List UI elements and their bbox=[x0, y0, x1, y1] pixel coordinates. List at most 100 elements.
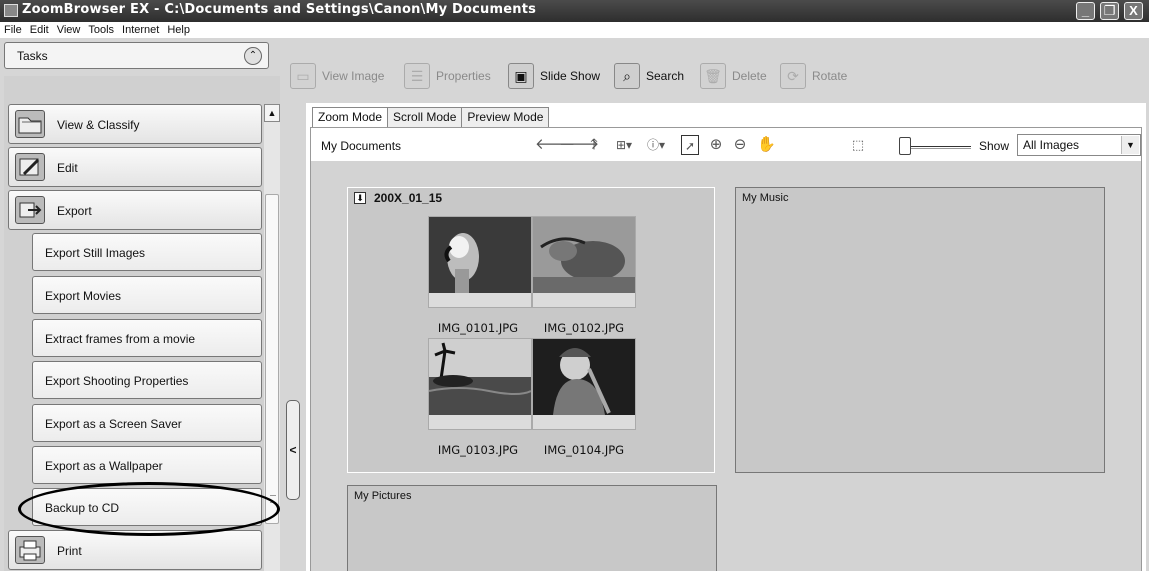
show-filter-value: All Images bbox=[1023, 138, 1080, 152]
export-icon bbox=[15, 196, 45, 224]
expand-folder-icon[interactable]: ⬇ bbox=[354, 192, 366, 204]
menu-edit[interactable]: Edit bbox=[26, 22, 53, 38]
menu-file[interactable]: File bbox=[0, 22, 26, 38]
tab-preview-mode[interactable]: Preview Mode bbox=[461, 107, 550, 127]
rotate-icon: ⟳ bbox=[780, 63, 806, 89]
view-image-button[interactable]: ▭ View Image bbox=[290, 58, 384, 94]
folder-name: My Pictures bbox=[354, 490, 412, 502]
task-print[interactable]: Print bbox=[8, 530, 262, 570]
toolbar-label: Slide Show bbox=[540, 69, 601, 83]
tasks-header-label: Tasks bbox=[17, 49, 48, 63]
trash-icon: 🗑 bbox=[700, 63, 726, 89]
folder-200x-01-15[interactable]: ⬇ 200X_01_15 IMG_0101.JPG IMG_0102.JPG I… bbox=[347, 187, 715, 473]
edit-pencil-icon bbox=[15, 153, 45, 181]
task-edit[interactable]: Edit bbox=[8, 147, 262, 187]
up-folder-icon[interactable]: 🡑 bbox=[585, 135, 603, 155]
pointer-icon[interactable]: ➚ bbox=[681, 135, 699, 155]
menu-tools[interactable]: Tools bbox=[84, 22, 118, 38]
scroll-thumb[interactable] bbox=[265, 194, 279, 524]
current-path: My Documents bbox=[321, 139, 402, 153]
printer-icon bbox=[15, 536, 45, 564]
scroll-up-icon[interactable]: ▲ bbox=[264, 104, 280, 122]
properties-button[interactable]: ☰ Properties bbox=[404, 58, 491, 94]
export-movies[interactable]: Export Movies bbox=[32, 276, 262, 314]
zoom-slider-knob[interactable] bbox=[899, 137, 911, 155]
tab-scroll-mode[interactable]: Scroll Mode bbox=[387, 107, 463, 127]
show-filter-select[interactable]: All Images ▼ bbox=[1017, 134, 1141, 156]
app-icon bbox=[4, 4, 18, 17]
task-label: Export bbox=[57, 204, 92, 218]
browser-area: Zoom Mode Scroll Mode Preview Mode My Do… bbox=[306, 103, 1146, 571]
rotate-button[interactable]: ⟳ Rotate bbox=[780, 58, 847, 94]
tasks-header[interactable]: Tasks ⌃ bbox=[4, 42, 269, 69]
hand-icon[interactable]: ✋ bbox=[757, 135, 776, 155]
task-label: View & Classify bbox=[57, 118, 140, 132]
task-view-classify[interactable]: View & Classify bbox=[8, 104, 262, 144]
slideshow-icon: ▣ bbox=[508, 63, 534, 89]
minimize-button[interactable]: _ bbox=[1076, 2, 1095, 20]
zoom-slider[interactable] bbox=[899, 137, 974, 155]
zoom-out-icon[interactable]: ⊖ bbox=[731, 135, 749, 155]
delete-button[interactable]: 🗑 Delete bbox=[700, 58, 767, 94]
thumbnail-img-0102[interactable] bbox=[532, 216, 636, 308]
chevron-down-icon[interactable]: ▼ bbox=[1121, 136, 1139, 154]
zoom-canvas: ⬇ 200X_01_15 IMG_0101.JPG IMG_0102.JPG I… bbox=[310, 161, 1142, 571]
subitem-label: Export Still Images bbox=[45, 246, 146, 260]
tab-zoom-mode[interactable]: Zoom Mode bbox=[312, 107, 389, 129]
thumbnail-caption: IMG_0103.JPG bbox=[437, 443, 519, 457]
subitem-label: Export Movies bbox=[45, 289, 122, 303]
show-label: Show bbox=[979, 139, 1010, 153]
folder-my-music[interactable]: My Music bbox=[735, 187, 1105, 473]
collapse-icon[interactable]: ⌃ bbox=[244, 47, 262, 65]
thumbnail-caption: IMG_0102.JPG bbox=[543, 321, 625, 335]
subitem-label: Extract frames from a movie bbox=[45, 332, 196, 346]
thumbnail-caption: IMG_0101.JPG bbox=[437, 321, 519, 335]
extract-frames-from-movie[interactable]: Extract frames from a movie bbox=[32, 319, 262, 357]
monitor-icon: ▭ bbox=[290, 63, 316, 89]
mode-tabs: Zoom Mode Scroll Mode Preview Mode bbox=[312, 107, 550, 129]
select-menu-icon[interactable]: ⊞▾ bbox=[615, 135, 633, 155]
backup-to-cd[interactable]: Backup to CD bbox=[32, 488, 262, 526]
title-bar: ZoomBrowser EX - C:\Documents and Settin… bbox=[0, 0, 1149, 22]
toolbar-label: Rotate bbox=[812, 69, 848, 83]
tasks-scrollbar[interactable]: ▲ bbox=[264, 104, 280, 571]
task-export[interactable]: Export bbox=[8, 190, 262, 230]
thumbnail-img-0101[interactable] bbox=[428, 216, 532, 308]
menu-view[interactable]: View bbox=[53, 22, 85, 38]
export-wallpaper[interactable]: Export as a Wallpaper bbox=[32, 446, 262, 484]
toolbar-label: Properties bbox=[436, 69, 491, 83]
folder-my-pictures[interactable]: My Pictures bbox=[347, 485, 717, 571]
fit-icon[interactable]: ⬚ bbox=[849, 135, 867, 155]
subitem-label: Backup to CD bbox=[45, 501, 120, 515]
tasks-pane: View & Classify Edit Export Export Still… bbox=[4, 76, 280, 571]
task-label: Edit bbox=[57, 161, 78, 175]
main-toolbar: ▭ View Image ☰ Properties ▣ Slide Show ⌕ Sea… bbox=[286, 58, 1146, 94]
toolbar-label: View Image bbox=[322, 69, 385, 83]
window-title: ZoomBrowser EX - C:\Documents and Settin… bbox=[22, 2, 537, 17]
menu-bar: File Edit View Tools Internet Help bbox=[0, 22, 1149, 38]
export-still-images[interactable]: Export Still Images bbox=[32, 233, 262, 271]
info-menu-icon[interactable]: ⓘ▾ bbox=[647, 135, 665, 155]
thumbnail-caption: IMG_0104.JPG bbox=[543, 443, 625, 457]
thumbnail-img-0104[interactable] bbox=[532, 338, 636, 430]
zoombrowser-window: ZoomBrowser EX - C:\Documents and Settin… bbox=[0, 0, 1149, 571]
task-label: Print bbox=[57, 544, 82, 558]
export-screen-saver[interactable]: Export as a Screen Saver bbox=[32, 404, 262, 442]
subitem-label: Export Shooting Properties bbox=[45, 374, 189, 388]
zoom-in-icon[interactable]: ⊕ bbox=[707, 135, 725, 155]
search-icon: ⌕ bbox=[614, 63, 640, 89]
toolbar-label: Search bbox=[646, 69, 685, 83]
subitem-label: Export as a Wallpaper bbox=[45, 459, 163, 473]
export-shooting-properties[interactable]: Export Shooting Properties bbox=[32, 361, 262, 399]
properties-icon: ☰ bbox=[404, 63, 430, 89]
menu-internet[interactable]: Internet bbox=[118, 22, 163, 38]
restore-button[interactable]: ❐ bbox=[1100, 2, 1119, 20]
subitem-label: Export as a Screen Saver bbox=[45, 417, 182, 431]
pane-splitter[interactable]: < bbox=[286, 400, 300, 500]
slide-show-button[interactable]: ▣ Slide Show bbox=[508, 58, 600, 94]
search-button[interactable]: ⌕ Search bbox=[614, 58, 684, 94]
close-button[interactable]: X bbox=[1124, 2, 1143, 20]
thumbnail-img-0103[interactable] bbox=[428, 338, 532, 430]
menu-help[interactable]: Help bbox=[163, 22, 194, 38]
folder-name: 200X_01_15 bbox=[374, 191, 443, 205]
